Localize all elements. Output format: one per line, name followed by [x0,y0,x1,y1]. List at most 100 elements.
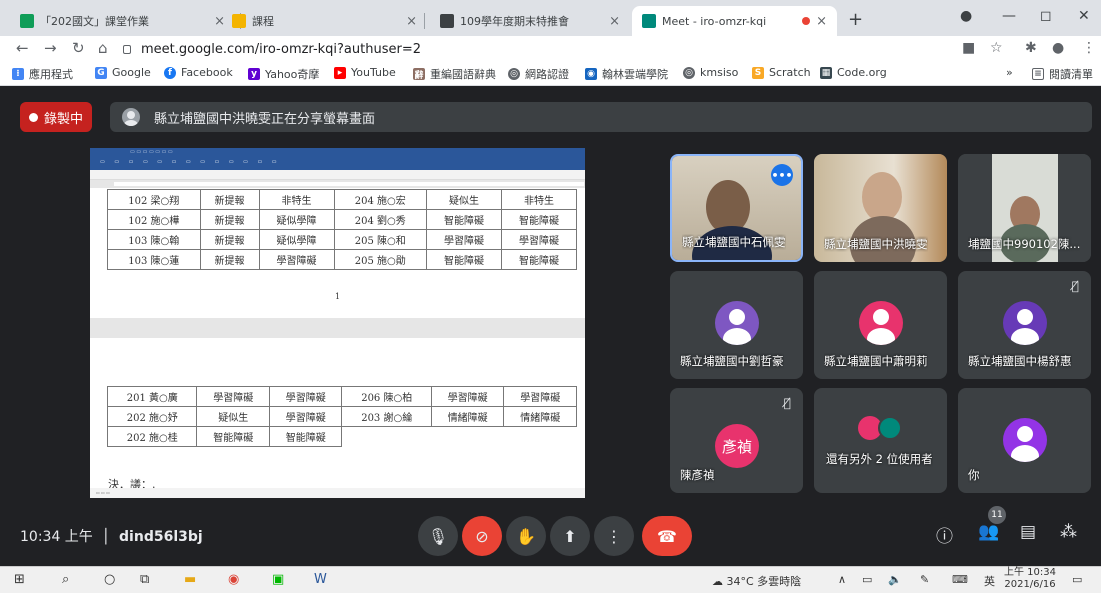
bookmark-apps[interactable]: ⁝ 應用程式 [12,66,73,82]
self-tile[interactable]: 你 [958,388,1091,493]
end-call-button[interactable]: ☎ [642,516,692,556]
participant-tile[interactable]: 縣立埔鹽國中洪曉雯 [814,154,947,262]
bookmark-google[interactable]: G Google [95,66,151,79]
address-bar[interactable]: meet.google.com/iro-omzr-kqi?authuser=2 [123,38,945,60]
cortana-icon[interactable]: ○ [104,572,115,587]
chat-icon[interactable]: ▤ [1020,522,1036,542]
table-cell: 103 陳○翰 [107,229,201,250]
back-icon[interactable]: ← [16,39,29,57]
classroom-icon [20,14,34,28]
bookmark-dictionary[interactable]: 辭重編國語辭典 [413,66,496,82]
windows-start-icon[interactable]: ⊞ [14,572,25,587]
doc-page: 201 黃○廣 學習障礙 學習障礙 206 陳○柏 學習障礙 學習障礙 202 施○妤 疑似生… [90,338,585,491]
close-icon[interactable]: × [816,14,827,29]
home-icon[interactable]: ⌂ [98,39,108,57]
recording-badge[interactable]: 錄製中 [20,102,92,132]
doc-table: 102 梁○翔 新提報 非特生 204 施○宏 疑似生 非特生 102 施○樺 新提報 疑似學障… [107,189,578,270]
tab-course[interactable]: 課程 × [222,6,427,36]
meeting-details: 10:34 上午 │ dind56l3bj [20,529,203,545]
camera-icon[interactable]: ■ [962,40,975,56]
volume-icon[interactable]: 🔈 [888,573,902,586]
participant-name: 埔鹽國中990102陳... [968,237,1081,251]
bookmark-youtube[interactable]: ▸ YouTube [334,66,396,79]
table-cell: 103 陳○蓮 [107,249,201,270]
file-explorer-icon[interactable]: ▬ [184,572,196,587]
mic-off-icon: 🎙̸ [783,396,791,410]
search-icon[interactable]: ⌕ [62,572,69,587]
chrome-icon[interactable]: ◉ [228,572,239,587]
tab-meeting-doc[interactable]: 109學年度期末特推會 × [430,6,630,36]
pen-icon[interactable]: ✎ [920,573,929,586]
tray-chevron-icon[interactable]: ∧ [838,573,846,586]
avatar [1003,418,1047,462]
close-window-button[interactable]: ✕ [1078,8,1090,24]
bookmark-hanlin[interactable]: ◉ 翰林雲端學院 [585,66,668,82]
tab-meet[interactable]: Meet - iro-omzr-kqi × [632,6,837,36]
star-icon[interactable]: ☆ [990,40,1003,56]
task-view-icon[interactable]: ⧉ [140,572,149,587]
participant-tile[interactable]: 🎙̸ 縣立埔鹽國中楊舒惠 [958,271,1091,379]
maximize-button[interactable]: ◻ [1040,8,1052,24]
line-icon[interactable]: ▣ [272,572,284,587]
new-tab-button[interactable]: + [848,9,863,30]
record-icon [28,112,38,122]
profile-icon[interactable]: ● [960,8,972,24]
avatar [1003,301,1047,345]
notifications-icon[interactable]: ▭ [1072,573,1082,586]
people-icon[interactable]: 👥 [978,522,999,542]
weather-widget[interactable]: ☁ 34°C 多雲時陰 [712,573,801,589]
reading-list[interactable]: ≡ 閱讀清單 [1032,66,1093,82]
participant-tile[interactable]: 縣立埔鹽國中蕭明莉 [814,271,947,379]
raise-hand-button[interactable]: ✋ [506,516,546,556]
bookmark-scratch[interactable]: S Scratch [752,66,811,79]
word-status-bar: ▭ ▭ ▭ [90,488,585,498]
participant-tile[interactable]: 🎙̸ 彥禎 陳彥禎 [670,388,803,493]
tab-homework[interactable]: 「202國文」課堂作業 × [10,6,235,36]
avatar[interactable]: ● [1052,40,1064,56]
forward-icon[interactable]: → [44,39,57,57]
minimize-button[interactable]: — [1002,8,1016,24]
table-cell: 新提報 [199,229,260,250]
menu-icon[interactable]: ⋮ [1082,40,1096,56]
taskbar-clock[interactable]: 上午 10:34 2021/6/16 [1004,567,1056,591]
ime-indicator[interactable]: 英 [984,573,995,589]
present-button[interactable]: ⬆ [550,516,590,556]
table-cell: 情緒障礙 [430,406,505,427]
more-bookmarks-icon[interactable]: » [1006,66,1013,79]
close-icon[interactable]: × [406,14,417,29]
activities-icon[interactable]: ⁂ [1060,522,1077,542]
reload-icon[interactable]: ↻ [72,39,85,57]
bookmark-yahoo[interactable]: y Yahoo奇摩 [248,66,319,82]
table-cell: 智能障礙 [196,426,270,447]
more-participants-label: 還有另外 2 位使用者 [826,452,933,466]
info-icon[interactable]: ⓘ [936,522,953,547]
close-icon[interactable]: × [609,14,620,29]
table-cell: 205 陳○和 [333,229,428,250]
more-participants-tile[interactable]: 還有另外 2 位使用者 [814,388,947,493]
camera-toggle-button[interactable]: ⊘ [462,516,502,556]
more-options-button[interactable]: ⋮ [594,516,634,556]
network-icon[interactable]: ▭ [862,573,872,586]
table-cell: 206 陳○柏 [341,386,432,407]
scratch-icon: S [752,66,764,79]
browser-tab-strip: 「202國文」課堂作業 × 課程 × 109學年度期末特推會 × Meet - … [0,0,1101,36]
participant-name: 縣立埔鹽國中劉哲豪 [680,354,784,368]
bookmark-facebook[interactable]: f Facebook [164,66,233,79]
table-cell: 203 謝○綸 [341,406,432,427]
participant-tile[interactable]: 埔鹽國中990102陳... [958,154,1091,262]
extensions-icon[interactable]: ✱ [1025,40,1037,56]
keyboard-icon[interactable]: ⌨ [952,573,968,586]
participant-tile[interactable]: ••• 縣立埔鹽國中石佩雯 [670,154,803,262]
table-cell: 學習障礙 [196,386,270,407]
table-cell: 智能障礙 [500,209,578,230]
bookmark-auth[interactable]: ◎ 網路認證 [508,66,569,82]
mic-button[interactable]: 🎙 [418,516,458,556]
bookmark-codeorg[interactable]: ▦ Code.org [820,66,887,79]
presentation-banner: 縣立埔鹽國中洪曉雯正在分享螢幕畫面 [110,102,1092,132]
table-cell: 205 施○勛 [333,249,428,270]
more-options-icon[interactable]: ••• [771,164,793,186]
participant-tile[interactable]: 縣立埔鹽國中劉哲豪 [670,271,803,379]
word-icon[interactable]: W [314,572,327,587]
participant-name: 縣立埔鹽國中石佩雯 [682,235,786,249]
bookmark-kmsiso[interactable]: ◎ kmsiso [683,66,738,79]
